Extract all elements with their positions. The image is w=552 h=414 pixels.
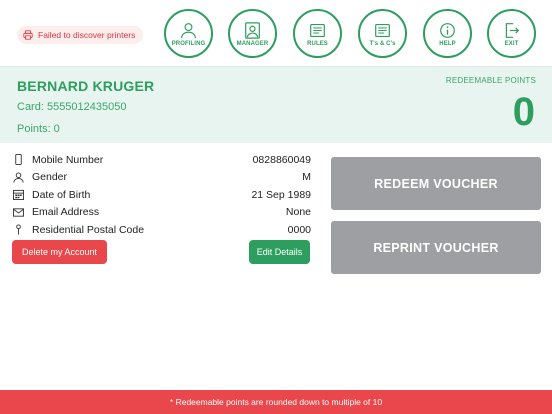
nav-terms-button[interactable]: T's & C's — [358, 9, 407, 58]
detail-value: 0828860049 — [252, 153, 311, 166]
nav-rules-button[interactable]: RULES — [293, 9, 342, 58]
printer-status-badge: Failed to discover printers — [17, 26, 144, 44]
detail-row-postal-code: Residential Postal Code 0000 — [10, 221, 314, 239]
detail-label: Residential Postal Code — [32, 223, 145, 236]
nav-profiling-label: PROFILING — [171, 41, 206, 47]
detail-row-email: Email Address None — [10, 204, 314, 222]
customer-name: BERNARD KRUGER — [17, 78, 155, 94]
customer-summary: BERNARD KRUGER Card: 5555012435050 Point… — [0, 66, 552, 143]
customer-details-list: Mobile Number 0828860049 Gender M Date o… — [10, 151, 314, 239]
exit-icon — [505, 23, 520, 38]
detail-row-mobile: Mobile Number 0828860049 — [10, 151, 314, 169]
redeemable-points-label: REDEEMABLE POINTS — [445, 76, 536, 85]
phone-icon — [14, 154, 22, 166]
detail-label: Gender — [32, 171, 68, 184]
nav-manager-button[interactable]: MANAGER — [228, 9, 277, 58]
edit-details-button[interactable]: Edit Details — [249, 240, 310, 264]
detail-row-dob: Date of Birth 21 Sep 1989 — [10, 186, 314, 204]
nav-manager-label: MANAGER — [236, 41, 269, 47]
info-icon — [440, 23, 455, 38]
nav-terms-label: T's & C's — [369, 41, 396, 47]
reprint-voucher-button[interactable]: REPRINT VOUCHER — [331, 221, 541, 274]
detail-label: Email Address — [32, 206, 100, 219]
nav-exit-label: EXIT — [504, 41, 519, 47]
customer-points: Points: 0 — [17, 123, 60, 135]
detail-row-gender: Gender M — [10, 169, 314, 187]
detail-value: 0000 — [287, 223, 311, 236]
detail-value: None — [285, 206, 311, 219]
nav-profiling-button[interactable]: PROFILING — [164, 9, 213, 58]
printer-icon — [23, 30, 33, 40]
pin-icon — [15, 224, 21, 235]
top-bar: Failed to discover printers PROFILING MA… — [0, 0, 552, 66]
calendar-icon — [12, 190, 24, 201]
nav-rules-label: RULES — [307, 41, 328, 47]
footer-note: * Redeemable points are rounded down to … — [0, 390, 552, 414]
customer-card-number: Card: 5555012435050 — [17, 101, 127, 113]
detail-value: M — [302, 171, 311, 184]
detail-label: Mobile Number — [32, 153, 104, 166]
mail-icon — [12, 208, 24, 217]
redeemable-points-value: 0 — [512, 90, 535, 134]
nav-help-button[interactable]: HELP — [423, 9, 472, 58]
terms-icon — [375, 23, 390, 38]
nav-help-label: HELP — [439, 41, 456, 47]
printer-status-text: Failed to discover printers — [38, 30, 136, 40]
redeem-voucher-button[interactable]: REDEEM VOUCHER — [331, 157, 541, 210]
detail-value: 21 Sep 1989 — [251, 188, 311, 201]
detail-label: Date of Birth — [32, 188, 91, 201]
nav-exit-button[interactable]: EXIT — [487, 9, 536, 58]
rules-icon — [310, 23, 325, 38]
manager-icon — [245, 22, 260, 39]
person-icon — [12, 172, 24, 183]
delete-account-button[interactable]: Delete my Account — [12, 240, 107, 264]
user-icon — [181, 23, 196, 39]
